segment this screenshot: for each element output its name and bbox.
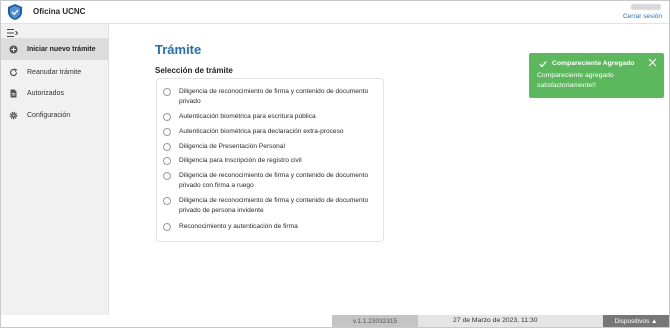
- datetime-label: 27 de Marzo de 2023, 11:30: [453, 317, 538, 324]
- shield-icon: [8, 4, 22, 20]
- radio-button[interactable]: [163, 113, 171, 121]
- option-label: Diligencia de reconocimiento de firma y …: [179, 88, 369, 105]
- collapse-menu-icon[interactable]: [7, 28, 18, 38]
- sidebar-item-label: Configuración: [27, 111, 71, 119]
- section-title: Selección de trámite: [155, 66, 233, 75]
- status-bar: v.1.1.23032315 27 de Marzo de 2023, 11:3…: [332, 315, 669, 327]
- option-label: Diligencia de Presentación Personal: [179, 143, 285, 150]
- option-persona-invidente[interactable]: Diligencia de reconocimiento de firma y …: [163, 196, 379, 216]
- refresh-icon: [9, 67, 18, 76]
- option-label: Autenticación biométrica para escritura …: [179, 113, 316, 120]
- sidebar-item-iniciar-tramite[interactable]: Iniciar nuevo trámite: [1, 38, 109, 60]
- plus-circle-icon: [9, 45, 18, 53]
- radio-button[interactable]: [163, 197, 171, 205]
- option-reconocimiento-firma-contenido[interactable]: Diligencia de reconocimiento de firma y …: [163, 87, 379, 107]
- app-title: Oficina UCNC: [33, 7, 86, 16]
- top-header: Oficina UCNC Cerrar sesión: [1, 1, 669, 24]
- radio-button[interactable]: [163, 128, 171, 136]
- close-icon[interactable]: [648, 58, 657, 67]
- option-firma-a-ruego[interactable]: Diligencia de reconocimiento de firma y …: [163, 171, 379, 191]
- sidebar-item-label: Iniciar nuevo trámite: [27, 45, 96, 53]
- radio-button[interactable]: [163, 143, 171, 151]
- document-icon: [10, 89, 17, 97]
- option-biometrica-escritura[interactable]: Autenticación biométrica para escritura …: [163, 112, 379, 122]
- success-toast: Compareciente Agregado Compareciente agr…: [529, 53, 664, 98]
- radio-button[interactable]: [163, 157, 171, 165]
- radio-button[interactable]: [163, 88, 171, 96]
- tramite-options-list: Diligencia de reconocimiento de firma y …: [156, 78, 384, 242]
- sidebar: Iniciar nuevo trámite Reanudar trámite A…: [1, 24, 109, 315]
- logout-link[interactable]: Cerrar sesión: [623, 13, 662, 20]
- radio-button[interactable]: [163, 172, 171, 180]
- option-label: Diligencia de reconocimiento de firma y …: [179, 172, 369, 189]
- sidebar-item-label: Reanudar trámite: [27, 68, 82, 76]
- sidebar-item-label: Autorizados: [27, 89, 64, 97]
- option-biometrica-declaracion[interactable]: Autenticación biométrica para declaració…: [163, 127, 379, 137]
- sidebar-item-reanudar-tramite[interactable]: Reanudar trámite: [1, 61, 109, 83]
- version-label: v.1.1.23032315: [332, 315, 418, 327]
- option-reconocimiento-autenticacion[interactable]: Reconocimiento y autenticación de firma: [163, 222, 379, 232]
- toast-message: Compareciente agregado satisfactoriament…: [537, 72, 614, 89]
- user-name-redacted: [631, 4, 661, 10]
- radio-button[interactable]: [163, 223, 171, 231]
- gear-icon: [9, 111, 18, 119]
- option-label: Diligencia para Inscripción de registro …: [179, 157, 302, 164]
- option-label: Reconocimiento y autenticación de firma: [179, 223, 298, 230]
- option-presentacion-personal[interactable]: Diligencia de Presentación Personal: [163, 142, 379, 152]
- page-title: Trámite: [155, 42, 202, 57]
- devices-button[interactable]: Dispositivos ▲: [603, 315, 669, 327]
- option-registro-civil[interactable]: Diligencia para Inscripción de registro …: [163, 156, 379, 166]
- option-label: Autenticación biométrica para declaració…: [179, 128, 344, 135]
- check-icon: [539, 61, 547, 68]
- sidebar-item-configuracion[interactable]: Configuración: [1, 104, 109, 126]
- sidebar-item-autorizados[interactable]: Autorizados: [1, 82, 109, 104]
- option-label: Diligencia de reconocimiento de firma y …: [179, 197, 369, 214]
- toast-title: Compareciente Agregado: [552, 60, 635, 67]
